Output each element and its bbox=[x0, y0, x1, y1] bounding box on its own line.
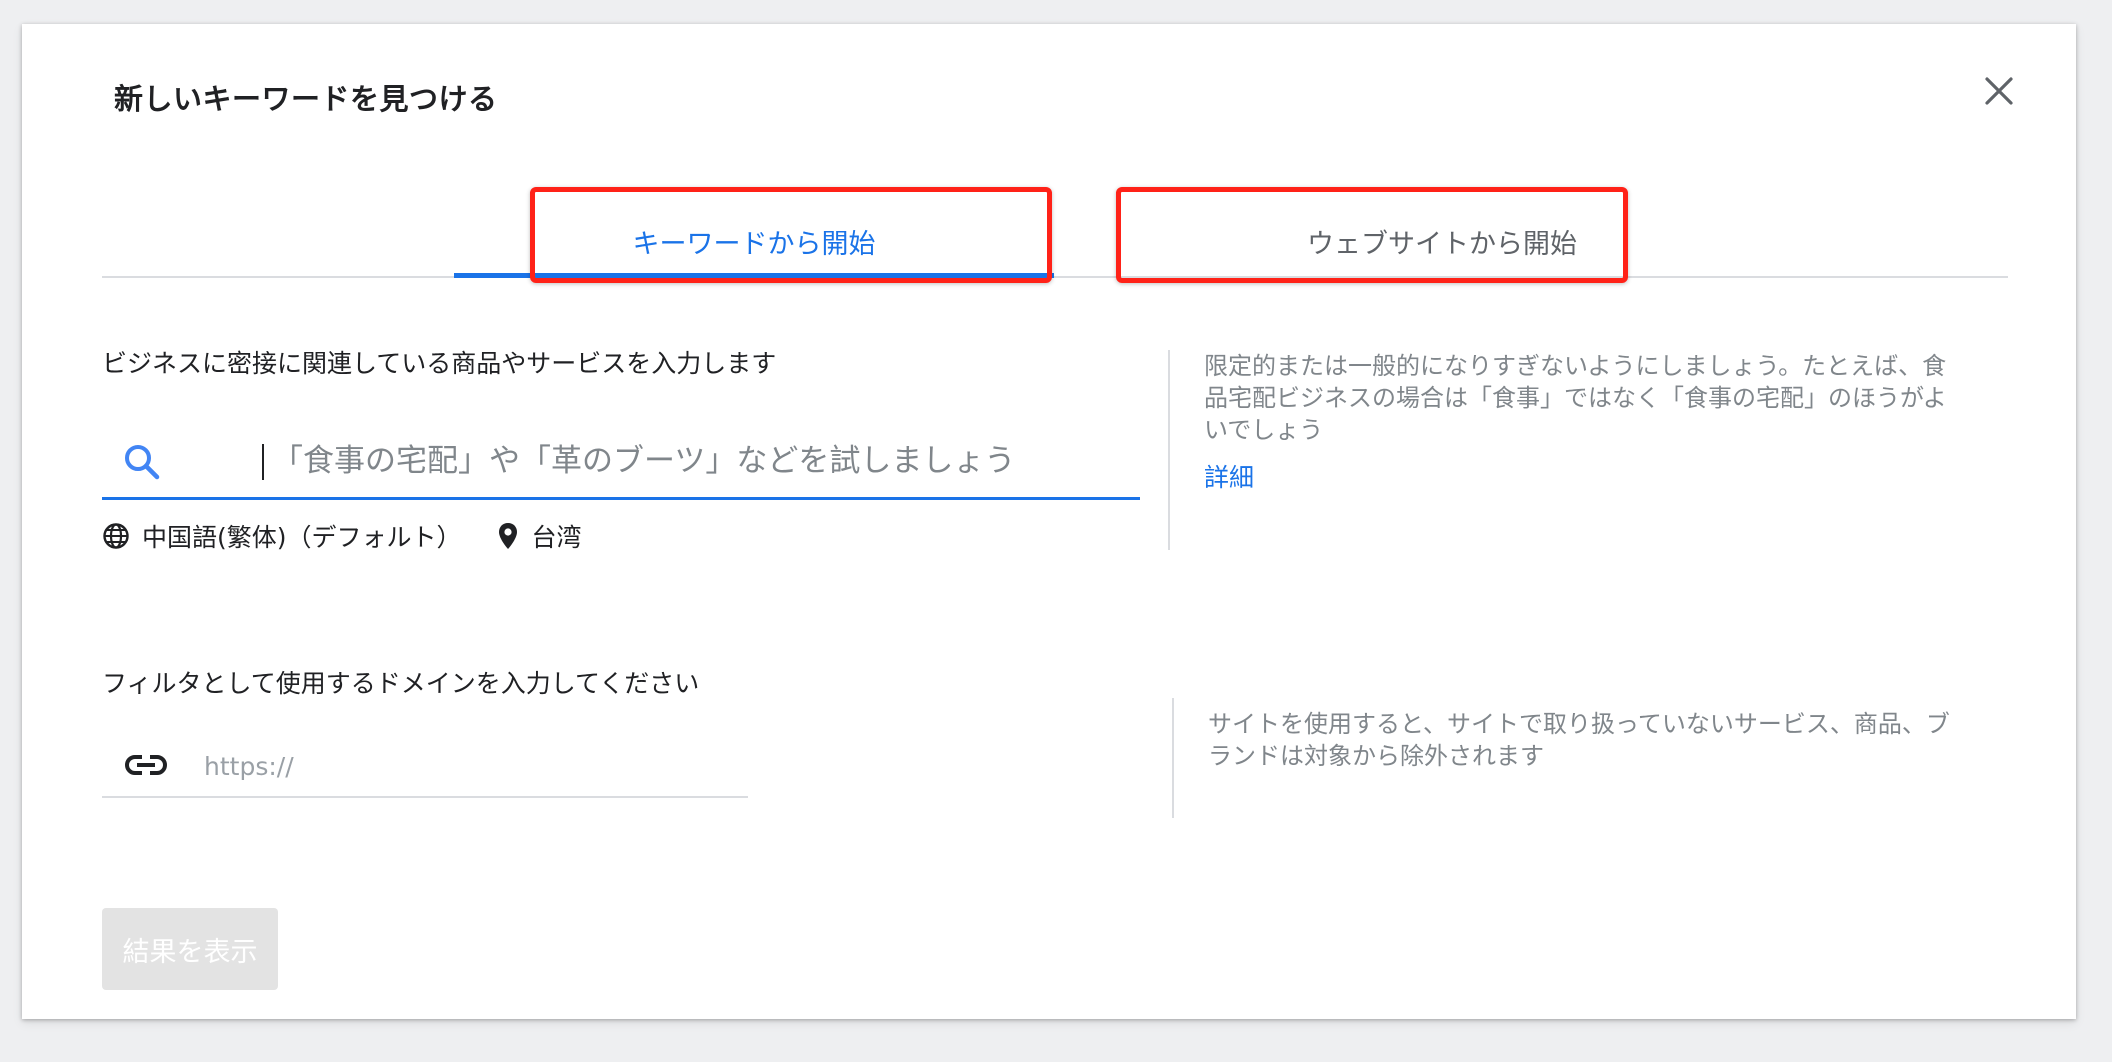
location-pin-icon bbox=[498, 523, 517, 549]
domain-input-label: フィルタとして使用するドメインを入力してください bbox=[102, 669, 700, 698]
keyword-planner-dialog: 新しいキーワードを見つける キーワードから開始 ウェブサイトから開始 ビジネスに… bbox=[22, 24, 2076, 1019]
dialog-title: 新しいキーワードを見つける bbox=[114, 82, 498, 116]
text-caret bbox=[262, 444, 264, 480]
search-icon bbox=[122, 442, 162, 486]
keyword-help-text: 限定的または一般的になりすぎないようにしましょう。たとえば、食品宅配ビジネスの場… bbox=[1204, 352, 1947, 444]
location-selector[interactable]: 台湾 bbox=[496, 518, 582, 554]
keyword-input-label: ビジネスに密接に関連している商品やサービスを入力します bbox=[102, 349, 777, 378]
keyword-help-panel: 限定的または一般的になりすぎないようにしましょう。たとえば、食品宅配ビジネスの場… bbox=[1168, 350, 1968, 550]
show-results-button[interactable]: 結果を表示 bbox=[102, 908, 278, 990]
language-label: 中国語(繁体)（デフォルト） bbox=[142, 523, 462, 552]
domain-help-panel: サイトを使用すると、サイトで取り扱っていないサービス、商品、ブランドは対象から除… bbox=[1172, 698, 1972, 818]
keyword-input[interactable] bbox=[270, 434, 1124, 488]
highlight-box-website-tab bbox=[1116, 187, 1628, 283]
domain-help-text: サイトを使用すると、サイトで取り扱っていないサービス、商品、ブランドは対象から除… bbox=[1208, 710, 1950, 770]
domain-input[interactable] bbox=[202, 742, 726, 790]
link-icon bbox=[124, 750, 168, 784]
close-icon bbox=[1985, 77, 2013, 105]
keyword-search-field[interactable] bbox=[102, 424, 1140, 500]
location-label: 台湾 bbox=[531, 523, 582, 552]
close-button[interactable] bbox=[1974, 66, 2024, 116]
globe-icon bbox=[103, 523, 129, 549]
language-selector[interactable]: 中国語(繁体)（デフォルト） bbox=[102, 518, 462, 554]
highlight-box-keywords-tab bbox=[530, 187, 1052, 283]
domain-url-field[interactable] bbox=[102, 736, 748, 798]
learn-more-link[interactable]: 詳細 bbox=[1204, 462, 1254, 494]
targeting-settings: 中国語(繁体)（デフォルト） 台湾 bbox=[102, 518, 582, 554]
